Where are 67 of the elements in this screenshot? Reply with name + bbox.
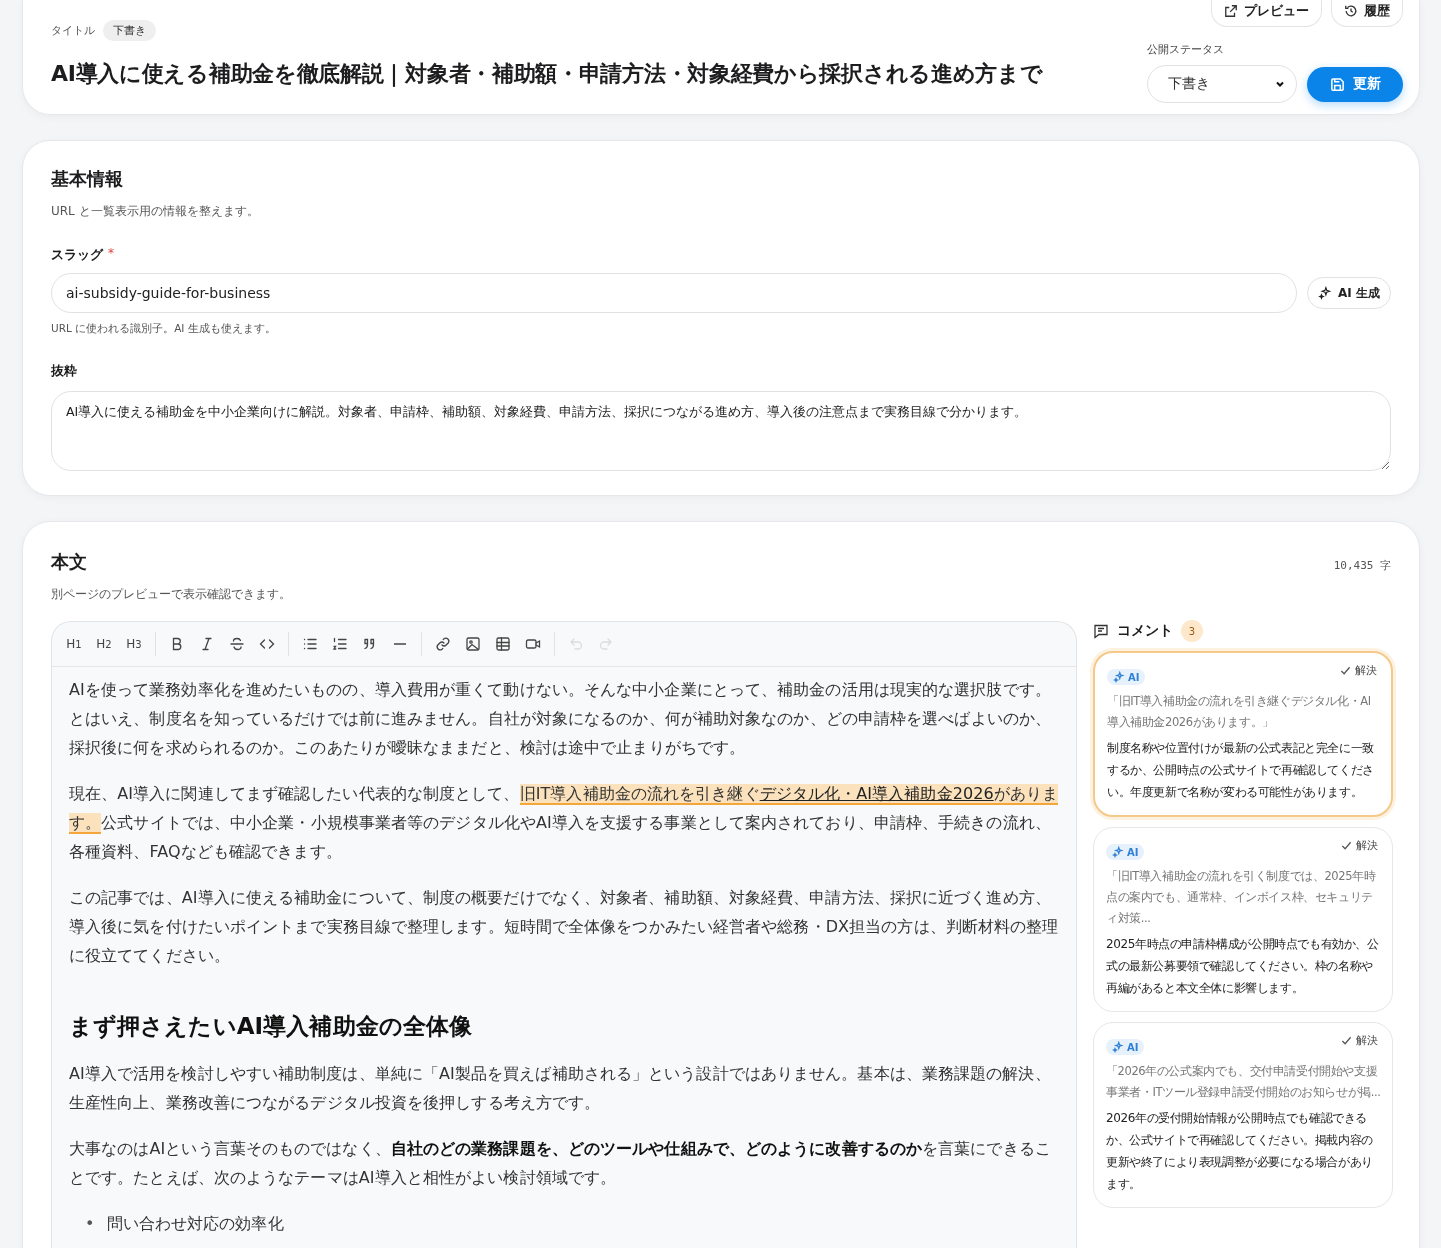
bullet-mark: • bbox=[85, 1213, 95, 1235]
sparkle-icon bbox=[1318, 286, 1333, 300]
body-paragraph: この記事では、AI導入に使える補助金について、制度の概要だけでなく、対象者、補助額、対象経費、申請方法、採択に近づく進め方、導入後に気を付けたいポイントまで実務目線で整理します。短時間で全体像をつかみたい経営者や総務・DX担当の方は、判断材料の整理に役立ててください。 bbox=[69, 887, 1060, 967]
italic-icon bbox=[199, 636, 215, 652]
status-badge: 下書き bbox=[103, 20, 156, 41]
body-paragraph: AI導入で活用を検討しやすい補助制度は、単純に「AI製品を買えば補助される」という設計ではありません。基本は、業務課題の解決、生産性向上、業務改善につながるデジタル投資を後押しする考え方です。 bbox=[69, 1063, 1052, 1114]
body-heading: まず押さえたいAI導入補助金の全体像 bbox=[69, 1012, 474, 1041]
check-icon bbox=[1340, 665, 1351, 676]
title-label: タイトル bbox=[51, 23, 95, 38]
save-icon bbox=[1329, 76, 1345, 92]
update-button[interactable]: 更新 bbox=[1307, 66, 1403, 102]
comment-text: 制度名称や位置付けが最新の公式表記と完全に一致するか、公開時点の公式サイトで再確認してください。年度更新で名称が変わる可能性があります。 bbox=[1107, 740, 1375, 801]
comment-card[interactable]: AI 解決 「旧IT導入補助金の流れを引く制度では、2025年時点の案内でも、通常枠、インボイス枠、セキュリティ対策... 2025年時点の申請枠構成が公開時点でも有効か、公式の最新公募要領で確認してください。枠の名称や再編があると本文全体に影響します。 bbox=[1093, 827, 1393, 1012]
link-icon bbox=[435, 636, 451, 652]
quoted-text: 「2026年の公式案内でも、交付申請受付開始や支援事業者・ITツール登録申請受付開始のお知らせが掲... bbox=[1106, 1063, 1382, 1101]
resolve-button[interactable]: 解決 bbox=[1337, 838, 1382, 853]
sparkle-icon bbox=[1113, 671, 1125, 683]
resolve-button[interactable]: 解決 bbox=[1337, 1033, 1382, 1048]
article-title: AI導入に使える補助金を徹底解説｜対象者・補助額・申請方法・対象経費から採択される進め方まで bbox=[51, 60, 1043, 89]
history-button[interactable]: 履歴 bbox=[1331, 0, 1403, 27]
redo-icon bbox=[598, 636, 614, 652]
comments-title: コメント bbox=[1117, 622, 1173, 640]
ordered-list-icon bbox=[332, 636, 348, 652]
slug-label: スラッグ bbox=[51, 246, 103, 264]
body-paragraph: 大事なのはAIという言葉そのものではなく、自社のどの業務課題を、どのツールや仕組みで、どのように改善するのかを言葉にできることです。たとえば、次のようなテーマはAI導入と相性がよい検討領域です。 bbox=[69, 1138, 1052, 1189]
check-icon bbox=[1341, 1035, 1352, 1046]
external-link-icon bbox=[1224, 4, 1238, 18]
required-mark: * bbox=[108, 246, 114, 262]
ai-badge: AI bbox=[1106, 1039, 1145, 1055]
ai-badge: AI bbox=[1106, 844, 1145, 860]
body-paragraph: AIを使って業務効率化を進めたいものの、導入費用が重くて動けない。そんな中小企業にとって、補助金の活用は現実的な選択肢です。とはいえ、制度名を知っているだけでは前に進みません。自社が対象になるのか、何が補助対象なのか、どの申請枠を選べばよいのか、採択後に何を求められるのか。このあたりが曖昧なままだと、検討は途中で止まりがちです。 bbox=[69, 679, 1053, 759]
comment-icon bbox=[1093, 623, 1109, 639]
ai-generate-button[interactable]: AI 生成 bbox=[1307, 277, 1391, 309]
comment-text: 2026年の受付開始情報が公開時点でも確認できるか、公式サイトで再確認してください。掲載内容の更新や終了により表現調整が必要になる場合があります。 bbox=[1106, 1110, 1374, 1193]
code-icon bbox=[259, 636, 275, 652]
video-icon bbox=[525, 636, 541, 652]
check-icon bbox=[1341, 840, 1352, 851]
bullet-list-icon bbox=[302, 636, 318, 652]
slug-field[interactable]: ai-subsidy-guide-for-business bbox=[51, 273, 1298, 313]
section-description: 別ページのプレビューで表示確認できます。 bbox=[51, 586, 291, 603]
undo-icon bbox=[568, 636, 584, 652]
comment-count-badge: 3 bbox=[1181, 620, 1203, 642]
section-title: 基本情報 bbox=[51, 167, 124, 191]
rule-icon bbox=[394, 643, 406, 645]
sparkle-icon bbox=[1112, 1041, 1124, 1053]
slug-help-text: URL に使われる識別子。AI 生成も使えます。 bbox=[51, 322, 277, 336]
list-item: 問い合わせ対応の効率化 bbox=[106, 1213, 284, 1235]
body-paragraph: 現在、AI導入に関連してまず確認したい代表的な制度として、旧IT導入補助金の流れを引き継ぐデジタル化・AI導入補助金2026があります。公式サイトでは、中小企業・小規模事業者等のデジタル化やAI導入を支援する事業として案内されており、申請枠、手続きの流れ、各種資料、FAQなども確認できます。 bbox=[69, 783, 1060, 863]
excerpt-field[interactable]: AI導入に使える補助金を中小企業向けに解説。対象者、申請枠、補助額、対象経費、申請方法、採択につながる進め方、導入後の注意点まで実務目線で分かります。 bbox=[51, 391, 1391, 471]
comment-card[interactable]: AI 解決 「2026年の公式案内でも、交付申請受付開始や支援事業者・ITツール登録申請受付開始のお知らせが掲... 2026年の受付開始情報が公開時点でも確認できるか、公式サイトで再確認してください。掲載内容の更新や終了により表現調整が必要になる場合があります。 bbox=[1093, 1022, 1393, 1208]
character-count: 10,435 字 bbox=[1333, 558, 1391, 573]
quoted-text: 「旧IT導入補助金の流れを引き継ぐデジタル化・AI導入補助金2026があります。」 bbox=[1107, 693, 1372, 731]
preview-button[interactable]: プレビュー bbox=[1211, 0, 1322, 27]
excerpt-label: 抜粋 bbox=[51, 362, 78, 380]
section-title: 本文 bbox=[51, 550, 88, 574]
strike-icon bbox=[229, 636, 245, 652]
ai-badge: AI bbox=[1107, 669, 1146, 685]
resolve-button[interactable]: 解決 bbox=[1336, 663, 1381, 678]
quoted-text: 「旧IT導入補助金の流れを引く制度では、2025年時点の案内でも、通常枠、インボイス枠、セキュリティ対策... bbox=[1106, 868, 1377, 927]
sparkle-icon bbox=[1112, 846, 1124, 858]
status-label: 公開ステータス bbox=[1147, 42, 1224, 57]
comment-card[interactable]: AI 解決 「旧IT導入補助金の流れを引き継ぐデジタル化・AI導入補助金2026があります。」 制度名称や位置付けが最新の公式表記と完全に一致するか、公開時点の公式サイトで再確認してください。年度更新で名称が変わる可能性があります。 bbox=[1093, 651, 1393, 817]
comment-text: 2025年時点の申請枠構成が公開時点でも有効か、公式の最新公募要領で確認してください。枠の名称や再編があると本文全体に影響します。 bbox=[1106, 936, 1380, 997]
history-icon bbox=[1344, 4, 1358, 18]
section-description: URL と一覧表示用の情報を整えます。 bbox=[51, 203, 260, 220]
table-icon bbox=[495, 636, 511, 652]
image-icon bbox=[465, 636, 481, 652]
